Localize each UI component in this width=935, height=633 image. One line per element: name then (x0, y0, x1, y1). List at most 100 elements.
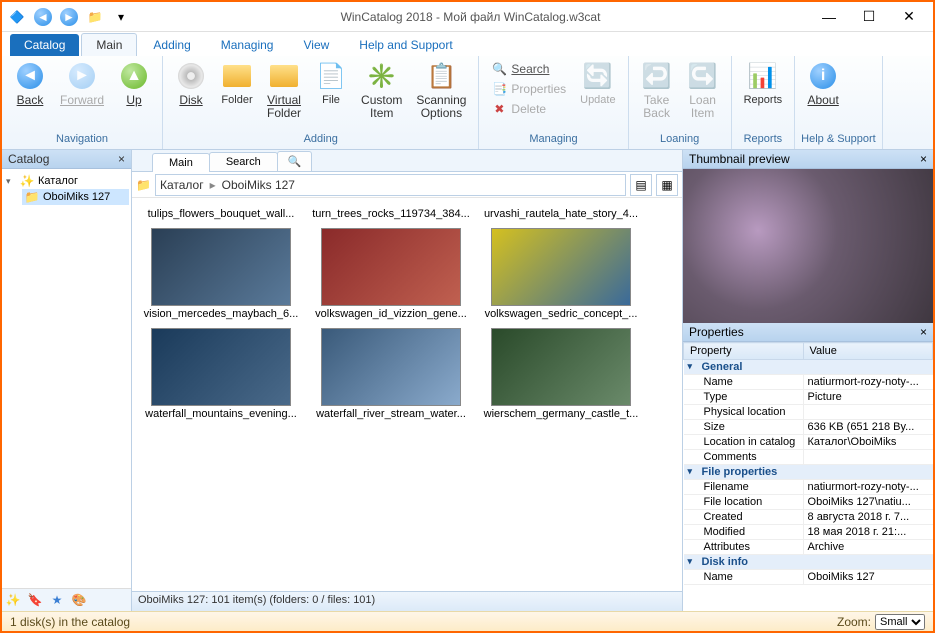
view-mode-thumb-button[interactable]: ▦ (656, 174, 678, 196)
group-label-loaning: Loaning (635, 133, 725, 147)
prop-row[interactable]: Comments (684, 450, 933, 465)
thumb-caption: waterfall_mountains_evening... (141, 408, 301, 420)
ribbon-tabs: Catalog Main Adding Managing View Help a… (2, 32, 933, 56)
col-value[interactable]: Value (803, 343, 932, 360)
minimize-button[interactable]: ― (809, 3, 849, 31)
list-item[interactable]: wierschem_germany_castle_t... (476, 324, 646, 424)
loan-item-button[interactable]: ↪️LoanItem (681, 58, 725, 122)
update-button[interactable]: 🔄Update (574, 58, 621, 108)
breadcrumb[interactable]: Каталог ▸ OboiMiks 127 (155, 174, 626, 196)
group-file-properties[interactable]: File properties (684, 465, 933, 480)
prop-row[interactable]: TypePicture (684, 390, 933, 405)
list-item[interactable]: waterfall_river_stream_water... (306, 324, 476, 424)
prop-row[interactable]: Physical location (684, 405, 933, 420)
list-item[interactable]: urvashi_rautela_hate_story_4... (476, 202, 646, 224)
prop-row[interactable]: Namenatiurmort-rozy-noty-... (684, 375, 933, 390)
group-general[interactable]: General (684, 360, 933, 375)
thumb-caption: volkswagen_id_vizzion_gene... (311, 308, 471, 320)
center-tab-extra[interactable]: 🔍 (277, 151, 313, 171)
crumb-root[interactable]: Каталог (160, 178, 204, 192)
prop-row[interactable]: Modified18 мая 2018 г. 21:... (684, 525, 933, 540)
about-button[interactable]: iAbout (801, 58, 845, 109)
list-item[interactable]: vision_mercedes_maybach_6... (136, 224, 306, 324)
list-item[interactable]: waterfall_mountains_evening... (136, 324, 306, 424)
tool-star-icon[interactable]: ★ (48, 591, 66, 609)
list-item[interactable]: volkswagen_id_vizzion_gene... (306, 224, 476, 324)
scanning-options-button[interactable]: 📋ScanningOptions (410, 58, 472, 122)
prop-row[interactable]: Location in catalogКаталог\OboiMiks (684, 435, 933, 450)
center-panel: Main Search 🔍 📁 Каталог ▸ OboiMiks 127 ▤… (132, 150, 683, 611)
ribbon-group-managing: 🔍Search 📑Properties ✖Delete 🔄Update Mana… (479, 56, 628, 149)
close-button[interactable]: ✕ (889, 3, 929, 31)
prop-row[interactable]: AttributesArchive (684, 540, 933, 555)
ribbon-group-navigation: ◄Back ►Forward ▲Up Navigation (2, 56, 163, 149)
thumb-caption: turn_trees_rocks_119734_384... (311, 208, 471, 220)
search-item[interactable]: 🔍Search (487, 60, 570, 78)
view-mode-list-button[interactable]: ▤ (630, 174, 652, 196)
tool-tag-icon[interactable]: 🔖 (26, 591, 44, 609)
ribbon-group-adding: Disk Folder VirtualFolder 📄File ✳️Custom… (163, 56, 479, 149)
crumb-folder[interactable]: OboiMiks 127 (222, 178, 295, 192)
list-item[interactable]: tulips_flowers_bouquet_wall... (136, 202, 306, 224)
tab-help[interactable]: Help and Support (345, 34, 466, 56)
col-property[interactable]: Property (684, 343, 804, 360)
qat-dropdown-icon[interactable]: ▾ (110, 6, 132, 28)
take-back-button[interactable]: ↩️TakeBack (635, 58, 679, 122)
panel-close-icon[interactable]: × (118, 152, 125, 166)
tab-main[interactable]: Main (81, 33, 137, 56)
add-folder-button[interactable]: Folder (215, 58, 259, 108)
prop-row[interactable]: Created8 августа 2018 г. 7... (684, 510, 933, 525)
forward-button[interactable]: ►Forward (54, 58, 110, 109)
group-disk-info[interactable]: Disk info (684, 555, 933, 570)
tool-chart-icon[interactable]: 🎨 (70, 591, 88, 609)
file-icon: 📄 (315, 60, 347, 92)
tab-adding[interactable]: Adding (139, 34, 204, 56)
add-virtual-folder-button[interactable]: VirtualFolder (261, 58, 307, 122)
group-label-managing: Managing (485, 133, 621, 147)
thumbnail-grid[interactable]: tulips_flowers_bouquet_wall... turn_tree… (132, 198, 682, 591)
thumb-image (491, 328, 631, 406)
reports-button[interactable]: 📊Reports (738, 58, 789, 108)
add-file-button[interactable]: 📄File (309, 58, 353, 108)
ribbon-group-loaning: ↩️TakeBack ↪️LoanItem Loaning (629, 56, 732, 149)
prop-row[interactable]: Filenamenatiurmort-rozy-noty-... (684, 480, 933, 495)
disk-icon (175, 60, 207, 92)
prop-row[interactable]: Size636 KB (651 218 By... (684, 420, 933, 435)
main-area: Catalog × ▾ ✨ Каталог 📁 OboiMiks 127 ✨ 🔖… (2, 150, 933, 611)
up-button[interactable]: ▲Up (112, 58, 156, 109)
add-disk-button[interactable]: Disk (169, 58, 213, 109)
tool-wand-icon[interactable]: ✨ (4, 591, 22, 609)
zoom-select[interactable]: Small (875, 614, 925, 630)
properties-item[interactable]: 📑Properties (487, 80, 570, 98)
prop-row[interactable]: File locationOboiMiks 127\natiu... (684, 495, 933, 510)
scan-icon: 📋 (425, 60, 457, 92)
nav-back-qat-icon[interactable]: ◄ (32, 6, 54, 28)
catalog-toolbar: ✨ 🔖 ★ 🎨 (2, 588, 131, 611)
prop-row[interactable]: NameOboiMiks 127 (684, 570, 933, 585)
quick-access-toolbar: 🔷 ◄ ► 📁 ▾ (6, 6, 132, 28)
list-item[interactable]: volkswagen_sedric_concept_... (476, 224, 646, 324)
list-item[interactable]: turn_trees_rocks_119734_384... (306, 202, 476, 224)
take-back-icon: ↩️ (641, 60, 673, 92)
center-tab-main[interactable]: Main (152, 153, 210, 172)
thumb-image (321, 228, 461, 306)
center-tab-search[interactable]: Search (209, 152, 278, 171)
address-bar: 📁 Каталог ▸ OboiMiks 127 ▤ ▦ (132, 172, 682, 198)
back-button[interactable]: ◄Back (8, 58, 52, 109)
delete-item[interactable]: ✖Delete (487, 100, 570, 118)
tree-root-item[interactable]: ▾ ✨ Каталог (4, 173, 129, 189)
tab-view[interactable]: View (289, 34, 343, 56)
qat-folder-icon[interactable]: 📁 (84, 6, 106, 28)
panel-close-icon[interactable]: × (920, 325, 927, 339)
crumb-sep-icon: ▸ (210, 178, 216, 192)
add-custom-item-button[interactable]: ✳️CustomItem (355, 58, 408, 122)
tab-managing[interactable]: Managing (207, 34, 288, 56)
tab-catalog[interactable]: Catalog (10, 34, 79, 56)
app-icon[interactable]: 🔷 (6, 6, 28, 28)
panel-close-icon[interactable]: × (920, 152, 927, 166)
tree-child-item[interactable]: 📁 OboiMiks 127 (22, 189, 129, 205)
ribbon-group-help: iAbout Help & Support (795, 56, 883, 149)
expand-icon[interactable]: ▾ (6, 176, 16, 187)
maximize-button[interactable]: ☐ (849, 3, 889, 31)
nav-forward-qat-icon[interactable]: ► (58, 6, 80, 28)
